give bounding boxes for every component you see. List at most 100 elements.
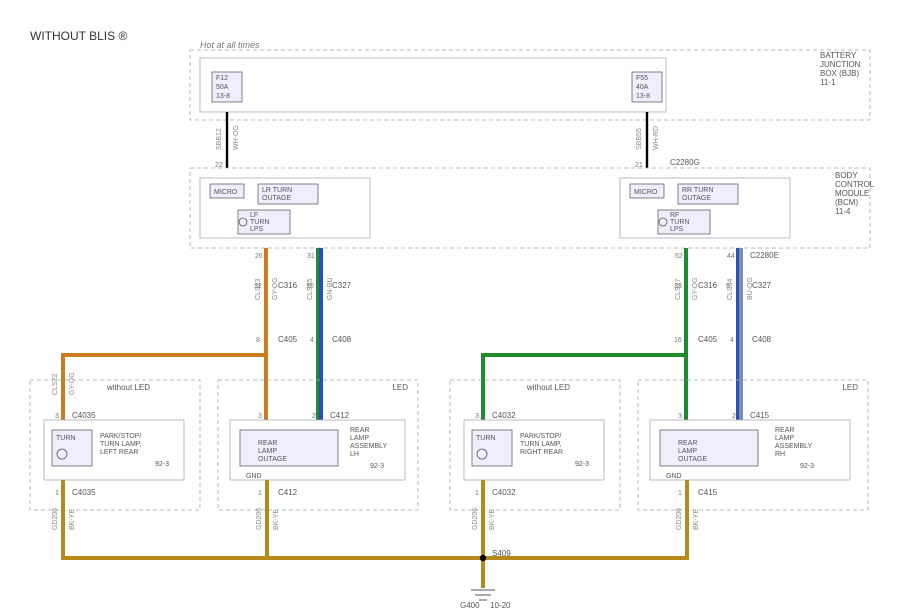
bjb-outline [190,50,870,120]
mod-left-rear-t3: LEFT REAR [100,449,138,456]
assy-rh-ref: 92-3 [800,463,814,470]
splice-s409 [480,555,486,561]
mod-right-rear-t2: TURN LAMP, [520,441,562,448]
mod-right-rear-t3: RIGHT REAR [520,449,563,456]
g400: G400 [460,601,480,610]
assy-lh-ref: 92-3 [370,463,384,470]
bjb-label1: BATTERY [820,51,857,60]
lbl-gd206b: GD206 [256,508,263,530]
rear-lamp-out-l-t3: OUTAGE [258,456,287,463]
conn-c316l: C316 [278,281,298,290]
conn-c4035b: C4035 [72,488,96,497]
gnd-r: GND [666,473,682,480]
fuse-f55-spec: 13-8 [636,93,650,100]
assy-rh-t4: RH [775,451,785,458]
pin-32: 32 [254,283,262,290]
bcm-left-fet-t2: TURN [250,219,269,226]
grp-right-noled-lbl: without LED [526,383,570,392]
pin-16: 16 [674,337,682,344]
conn-c412t: C412 [330,411,350,420]
rear-lamp-out-r [660,430,758,466]
pin-33: 33 [674,283,682,290]
pin-4r: 4 [730,337,734,344]
lbl-sbb12: SBB12 [216,128,223,150]
pin-3b: 3 [258,413,262,420]
bcm-left-fet-t1: LF [250,212,258,219]
ground-icon [471,590,495,600]
grp-left-led-lbl: LED [392,383,408,392]
rear-lamp-out-r-t2: LAMP [678,448,697,455]
pin-3d: 3 [678,413,682,420]
bcm-right-out-t1: RR TURN [682,187,713,194]
conn-c405r: C405 [698,335,718,344]
lbl-gd206a: GD206 [52,508,59,530]
pin-44: 44 [727,253,735,260]
conn-c415b: C415 [698,488,718,497]
grp-left-noled-lbl: without LED [106,383,150,392]
fuse-f12-spec: 13-8 [216,93,230,100]
splice-lbl: S409 [492,549,511,558]
power-note: Hot at all times [200,40,260,50]
grp-right-led-lbl: LED [842,383,858,392]
conn-c412b: C412 [278,488,298,497]
mod-left-rear-ref: 92-3 [155,461,169,468]
pin-1c: 1 [475,490,479,497]
bcm-right-fet-t2: TURN [670,219,689,226]
pin-2a: 2 [312,413,316,420]
lbl-bkye-c: BK-YE [489,509,496,530]
turn-right-t: TURN [476,435,495,442]
bcm-left-micro-t: MICRO [214,189,238,196]
conn-c327r: C327 [752,281,772,290]
pin-10: 10 [306,283,314,290]
gnd-l: GND [246,473,262,480]
pin-1b: 1 [258,490,262,497]
fuse-f12-name: F12 [216,75,228,82]
bcm-right-micro-t: MICRO [634,189,658,196]
pin-31: 31 [307,253,315,260]
rear-lamp-out-r-t1: REAR [678,440,697,447]
pin-2b: 2 [732,413,736,420]
conn-c405l: C405 [278,335,298,344]
assy-lh-t4: LH [350,451,359,458]
conn-c2280g: C2280G [670,158,700,167]
pin-1d: 1 [678,490,682,497]
conn-c316r: C316 [698,281,718,290]
bjb-bus [200,58,666,112]
assy-rh-t1: REAR [775,427,794,434]
bcm-right-out-t2: OUTAGE [682,195,711,202]
lbl-bkye-d: BK-YE [693,509,700,530]
turn-left-t: TURN [56,435,75,442]
bcm-ref: 11-4 [835,207,851,216]
lbl-whog: WH-OG [233,125,240,150]
lbl-bkye-b: BK-YE [273,509,280,530]
conn-c327l: C327 [332,281,352,290]
pin-1a: 1 [55,490,59,497]
page-title: WITHOUT BLIS ® [30,29,127,43]
lbl-whrd: WH-RD [653,126,660,150]
assy-lh-t2: LAMP [350,435,369,442]
lbl-cls22: CLS22 [52,373,59,395]
lbl-bkye-a: BK-YE [69,509,76,530]
bjb-ref: 11-1 [820,78,836,87]
bcm-left-out-t2: OUTAGE [262,195,291,202]
bjb-label3: BOX (BJB) [820,69,859,78]
mod-right-rear-ref: 92-3 [575,461,589,468]
rear-lamp-out-r-t3: OUTAGE [678,456,707,463]
pin-52: 52 [675,253,683,260]
bcm-lbl1: BODY [835,171,858,180]
lbl-gd206c: GD206 [472,508,479,530]
lbl-gyog2: GY-OG [69,372,76,395]
pin-9: 9 [726,283,730,290]
pin-26: 26 [255,253,263,260]
pin-8: 8 [256,337,260,344]
rear-lamp-out-l [240,430,338,466]
pin-4l: 4 [310,337,314,344]
conn-c415t: C415 [750,411,770,420]
lbl-sbb55: SBB55 [636,128,643,150]
conn-c2280e: C2280E [750,251,779,260]
assy-rh-t3: ASSEMBLY [775,443,813,450]
g400-ref: 10-20 [490,601,511,610]
conn-c4035t: C4035 [72,411,96,420]
bcm-left-fet-t3: LPS [250,226,264,233]
rear-lamp-out-l-t1: REAR [258,440,277,447]
